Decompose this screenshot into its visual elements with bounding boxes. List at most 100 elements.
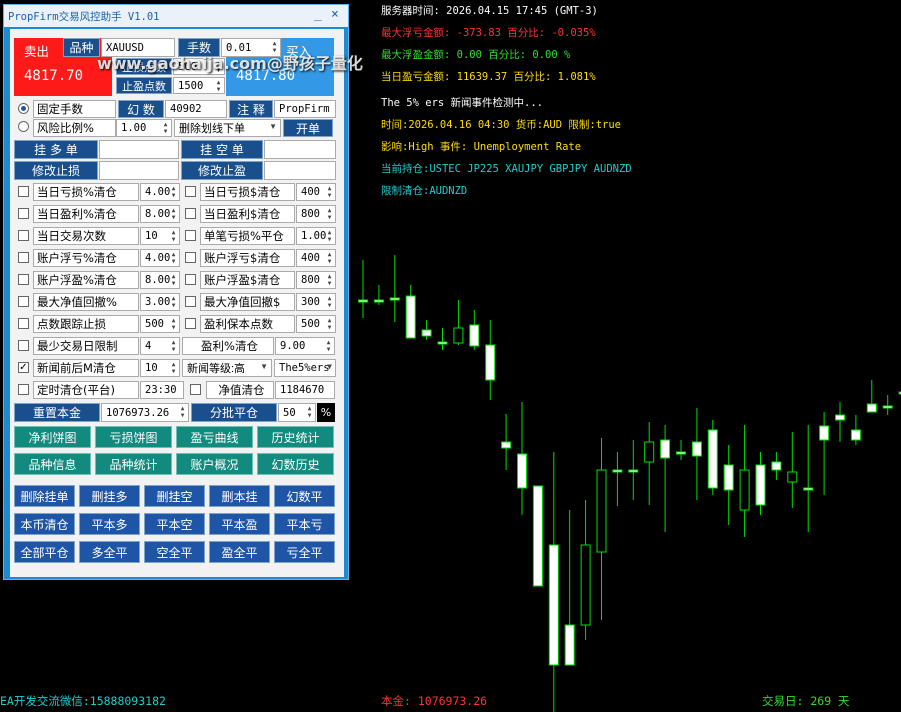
- rule-left-checkbox[interactable]: [18, 296, 29, 307]
- close-action-button[interactable]: 空全平: [144, 541, 205, 563]
- close-action-button[interactable]: 平本盈: [209, 513, 270, 535]
- rule-right-input[interactable]: 400 ▲ ▼: [296, 249, 336, 267]
- news-checkbox-checked[interactable]: ✓: [18, 362, 29, 373]
- fixed-lots-radio[interactable]: [18, 103, 29, 114]
- modify-tp-input[interactable]: [264, 161, 336, 180]
- pending-buy-button[interactable]: 挂 多 单: [14, 140, 98, 159]
- news-source-select[interactable]: The5%ers ▼: [274, 359, 336, 377]
- min-days-checkbox[interactable]: [18, 340, 29, 351]
- report-button[interactable]: 账户概况: [176, 453, 253, 475]
- rule-left-checkbox[interactable]: [18, 230, 29, 241]
- rule-left-input[interactable]: 8.00 ▲ ▼: [140, 271, 180, 289]
- close-action-button[interactable]: 本币清仓: [14, 513, 75, 535]
- rule-right-checkbox[interactable]: [185, 318, 196, 329]
- close-action-button[interactable]: 平本空: [144, 513, 205, 535]
- reset-capital-input[interactable]: 1076973.26 ▲ ▼: [101, 403, 189, 422]
- spin-icon[interactable]: ▲ ▼: [325, 251, 334, 265]
- rule-right-checkbox[interactable]: [185, 230, 196, 241]
- close-action-button[interactable]: 删本挂: [209, 485, 270, 507]
- rule-left-input[interactable]: 4.00 ▲ ▼: [140, 249, 180, 267]
- rule-left-input[interactable]: 4.00 ▲ ▼: [140, 183, 180, 201]
- news-level-select[interactable]: 新闻等级:高 ▼: [182, 359, 272, 377]
- risk-pct-radio[interactable]: [18, 121, 29, 132]
- spin-icon[interactable]: ▲ ▼: [325, 317, 334, 331]
- timed-close-checkbox[interactable]: [18, 384, 29, 395]
- open-order-button[interactable]: 开单: [283, 119, 333, 137]
- rule-left-input[interactable]: 10 ▲ ▼: [140, 227, 180, 245]
- spin-icon[interactable]: ▲ ▼: [325, 229, 334, 243]
- spin-icon[interactable]: ▲ ▼: [169, 295, 178, 309]
- spin-icon[interactable]: ▲ ▼: [214, 79, 223, 93]
- tp-points-input[interactable]: 1500 ▲ ▼: [173, 77, 225, 94]
- rule-right-checkbox[interactable]: [185, 296, 196, 307]
- minimize-icon[interactable]: _: [314, 7, 322, 22]
- magic-input[interactable]: 40902: [165, 100, 227, 118]
- rule-right-checkbox[interactable]: [185, 252, 196, 263]
- rule-right-input[interactable]: 800 ▲ ▼: [296, 205, 336, 223]
- pending-sell-input[interactable]: [264, 140, 336, 159]
- spin-icon[interactable]: ▲ ▼: [169, 207, 178, 221]
- rule-right-checkbox[interactable]: [185, 186, 196, 197]
- rule-left-checkbox[interactable]: [18, 186, 29, 197]
- close-action-button[interactable]: 幻数平: [274, 485, 335, 507]
- close-action-button[interactable]: 删挂多: [79, 485, 140, 507]
- panel-titlebar[interactable]: PropFirm交易风控助手 V1.01 _ ×: [4, 5, 348, 27]
- report-button[interactable]: 历史统计: [257, 426, 334, 448]
- delete-mode-select[interactable]: 删除划线下单 ▼: [174, 119, 281, 137]
- close-action-button[interactable]: 多全平: [79, 541, 140, 563]
- rule-left-input[interactable]: 8.00 ▲ ▼: [140, 205, 180, 223]
- rule-left-input[interactable]: 3.00 ▲ ▼: [140, 293, 180, 311]
- risk-pct-input[interactable]: 1.00 ▲ ▼: [116, 119, 172, 137]
- spin-icon[interactable]: ▲ ▼: [169, 339, 178, 353]
- spin-icon[interactable]: ▲ ▼: [325, 295, 334, 309]
- close-action-button[interactable]: 亏全平: [274, 541, 335, 563]
- rule-right-checkbox[interactable]: [185, 274, 196, 285]
- rule-right-input[interactable]: 1.00 ▲ ▼: [296, 227, 336, 245]
- modify-sl-input[interactable]: [99, 161, 179, 180]
- news-before-input[interactable]: 10 ▲ ▼: [140, 359, 180, 377]
- rule-left-checkbox[interactable]: [18, 252, 29, 263]
- report-button[interactable]: 品种信息: [14, 453, 91, 475]
- close-action-button[interactable]: 删挂空: [144, 485, 205, 507]
- close-action-button[interactable]: 平本亏: [274, 513, 335, 535]
- modify-sl-button[interactable]: 修改止损: [14, 161, 98, 180]
- comment-input[interactable]: PropFirm: [274, 100, 336, 118]
- spin-icon[interactable]: ▲ ▼: [324, 339, 333, 353]
- spin-icon[interactable]: ▲ ▼: [169, 361, 178, 375]
- rule-right-checkbox[interactable]: [185, 208, 196, 219]
- spin-icon[interactable]: ▲ ▼: [169, 251, 178, 265]
- rule-right-input[interactable]: 400 ▲ ▼: [296, 183, 336, 201]
- close-icon[interactable]: ×: [331, 7, 339, 22]
- spin-icon[interactable]: ▲ ▼: [325, 185, 334, 199]
- spin-icon[interactable]: ▲ ▼: [325, 273, 334, 287]
- spin-icon[interactable]: ▲ ▼: [325, 207, 334, 221]
- equity-close-input[interactable]: 1184670: [275, 381, 335, 399]
- profit-close-input[interactable]: 9.00 ▲ ▼: [275, 337, 335, 355]
- report-button[interactable]: 盈亏曲线: [176, 426, 253, 448]
- rule-left-checkbox[interactable]: [18, 208, 29, 219]
- spin-icon[interactable]: ▲ ▼: [169, 185, 178, 199]
- close-action-button[interactable]: 全部平仓: [14, 541, 75, 563]
- close-action-button[interactable]: 盈全平: [209, 541, 270, 563]
- rule-left-input[interactable]: 500 ▲ ▼: [140, 315, 180, 333]
- spin-icon[interactable]: ▲ ▼: [169, 317, 178, 331]
- spin-icon[interactable]: ▲ ▼: [178, 405, 187, 419]
- rule-left-checkbox[interactable]: [18, 274, 29, 285]
- spin-icon[interactable]: ▲ ▼: [169, 273, 178, 287]
- report-button[interactable]: 亏损饼图: [95, 426, 172, 448]
- rule-right-input[interactable]: 500 ▲ ▼: [296, 315, 336, 333]
- batch-close-button[interactable]: 分批平仓: [191, 403, 277, 422]
- reset-capital-button[interactable]: 重置本金: [14, 403, 100, 422]
- rule-right-input[interactable]: 800 ▲ ▼: [296, 271, 336, 289]
- spin-icon[interactable]: ▲ ▼: [161, 121, 170, 135]
- rule-right-input[interactable]: 300 ▲ ▼: [296, 293, 336, 311]
- spin-icon[interactable]: ▲ ▼: [305, 405, 314, 419]
- pending-sell-button[interactable]: 挂 空 单: [181, 140, 263, 159]
- close-action-button[interactable]: 删除挂单: [14, 485, 75, 507]
- min-days-input[interactable]: 4 ▲ ▼: [140, 337, 180, 355]
- close-action-button[interactable]: 平本多: [79, 513, 140, 535]
- rule-left-checkbox[interactable]: [18, 318, 29, 329]
- modify-tp-button[interactable]: 修改止盈: [181, 161, 263, 180]
- equity-close-checkbox[interactable]: [190, 384, 201, 395]
- batch-close-input[interactable]: 50 ▲ ▼: [278, 403, 316, 422]
